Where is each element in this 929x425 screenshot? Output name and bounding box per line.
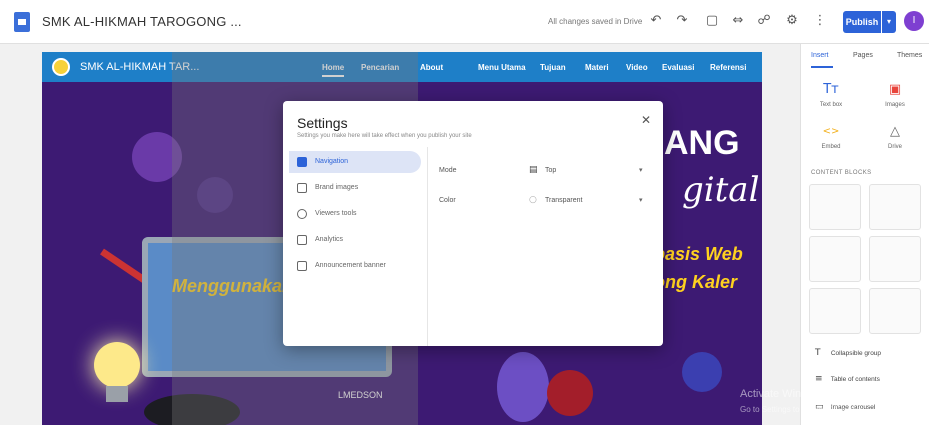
blue-orb-decoration: [682, 352, 722, 392]
hero-script-fragment: gital: [682, 170, 760, 210]
settings-item-label: Announcement banner: [315, 262, 386, 269]
action-label: Collapsible group: [830, 350, 882, 357]
nav-item-materi[interactable]: Materi: [585, 63, 609, 72]
tool-label: Drive: [887, 144, 902, 150]
nav-item-tujuan[interactable]: Tujuan: [540, 63, 566, 72]
embed-icon: <>: [822, 126, 840, 137]
settings-item-navigation[interactable]: Navigation: [289, 151, 421, 173]
settings-gear-icon[interactable]: ⚙: [784, 13, 800, 29]
tool-label: Text box: [819, 102, 843, 108]
color-circle-icon: ○: [529, 195, 537, 205]
collapsible-group-button[interactable]: T Collapsible group: [815, 348, 881, 358]
settings-item-label: Viewers tools: [315, 210, 357, 217]
table-of-contents-icon: ≡: [815, 374, 823, 384]
redo-icon[interactable]: ↷: [674, 13, 690, 29]
save-status-text: All changes saved in Drive: [548, 17, 643, 26]
site-title[interactable]: SMK AL-HIKMAH TAROGONG ...: [42, 14, 242, 29]
content-block-layout[interactable]: [809, 184, 861, 230]
insert-panel: Insert Pages Themes Tт Text box ▣ Images…: [800, 44, 929, 425]
school-logo-icon: [52, 58, 70, 76]
drive-button[interactable]: △ Drive: [869, 124, 921, 150]
settings-item-brand-images[interactable]: Brand images: [289, 177, 421, 199]
hero-heading-fragment: ANG: [664, 124, 740, 162]
light-bulb-illustration: [94, 342, 140, 388]
letter-a-decoration: [497, 352, 549, 422]
analytics-icon: [297, 235, 307, 245]
image-icon: [297, 183, 307, 193]
text-box-icon: Tт: [823, 82, 839, 97]
info-icon: [297, 209, 307, 219]
active-tab-indicator: [811, 66, 833, 68]
settings-item-announcement-banner[interactable]: Announcement banner: [289, 255, 421, 277]
settings-dialog: Settings Settings you make here will tak…: [283, 101, 663, 346]
settings-title: Settings: [297, 115, 348, 131]
settings-item-label: Brand images: [315, 184, 359, 191]
color-select[interactable]: Transparent: [545, 197, 582, 204]
activate-windows-watermark: Activate Windows: [740, 388, 827, 400]
publish-dropdown-icon[interactable]: ▾: [882, 11, 896, 33]
red-ball-decoration: [547, 370, 593, 416]
banner-icon: [297, 261, 307, 271]
tab-insert[interactable]: Insert: [811, 52, 829, 59]
text-box-button[interactable]: Tт Text box: [805, 82, 857, 108]
account-avatar[interactable]: I: [904, 11, 924, 31]
settings-subtitle: Settings you make here will take effect …: [297, 133, 472, 139]
share-icon[interactable]: ☍: [756, 13, 772, 29]
content-block-layout[interactable]: [809, 288, 861, 334]
nav-item-evaluasi[interactable]: Evaluasi: [662, 63, 694, 72]
undo-icon[interactable]: ↶: [648, 13, 664, 29]
content-blocks-heading: CONTENT BLOCKS: [811, 170, 872, 176]
nav-item-referensi[interactable]: Referensi: [710, 63, 746, 72]
content-block-layout[interactable]: [869, 236, 921, 282]
settings-item-analytics[interactable]: Analytics: [289, 229, 421, 251]
drive-icon: △: [890, 124, 900, 139]
action-label: Table of contents: [830, 376, 880, 383]
table-of-contents-button[interactable]: ≡ Table of contents: [815, 374, 880, 384]
editor-top-bar: SMK AL-HIKMAH TAROGONG ... All changes s…: [0, 0, 929, 44]
settings-item-viewers-tools[interactable]: Viewers tools: [289, 203, 421, 225]
publish-button[interactable]: Publish: [843, 11, 881, 33]
content-block-layout[interactable]: [869, 184, 921, 230]
nav-item-menu-utama[interactable]: Menu Utama: [478, 63, 526, 72]
more-options-icon[interactable]: ⋮: [812, 13, 828, 29]
settings-sidebar: Navigation Brand images Viewers tools An…: [283, 147, 428, 346]
hero-subtitle-right-1: basis Web: [654, 244, 743, 264]
preview-icon[interactable]: ▢: [704, 13, 720, 29]
collapsible-group-icon: T: [815, 348, 821, 358]
nav-item-about[interactable]: About: [420, 63, 443, 72]
content-block-layout[interactable]: [809, 236, 861, 282]
images-icon: ▣: [888, 82, 902, 97]
color-label: Color: [439, 197, 456, 204]
layout-top-icon: ▤: [529, 165, 538, 175]
light-bulb-base: [106, 386, 128, 402]
activate-windows-subtext: Go to Settings to activate Windows.: [740, 405, 867, 414]
hero-subtitle-right-2: ong Kaler: [654, 272, 738, 292]
tab-pages[interactable]: Pages: [853, 52, 873, 59]
close-icon[interactable]: ✕: [641, 113, 651, 127]
tool-label: Embed: [821, 144, 841, 150]
chevron-down-icon[interactable]: ▾: [639, 166, 643, 174]
link-icon[interactable]: ⇔: [730, 13, 746, 29]
nav-item-video[interactable]: Video: [626, 63, 648, 72]
settings-item-label: Navigation: [315, 158, 349, 165]
content-block-layout[interactable]: [869, 288, 921, 334]
tab-themes[interactable]: Themes: [897, 52, 922, 59]
navigation-icon: [297, 157, 307, 167]
chevron-down-icon[interactable]: ▾: [639, 196, 643, 204]
sites-logo-icon: [14, 12, 30, 32]
tool-label: Images: [885, 102, 905, 108]
images-button[interactable]: ▣ Images: [869, 82, 921, 108]
mode-select[interactable]: Top: [545, 167, 556, 174]
embed-button[interactable]: <> Embed: [805, 124, 857, 150]
settings-item-label: Analytics: [315, 236, 344, 243]
mode-label: Mode: [439, 167, 457, 174]
